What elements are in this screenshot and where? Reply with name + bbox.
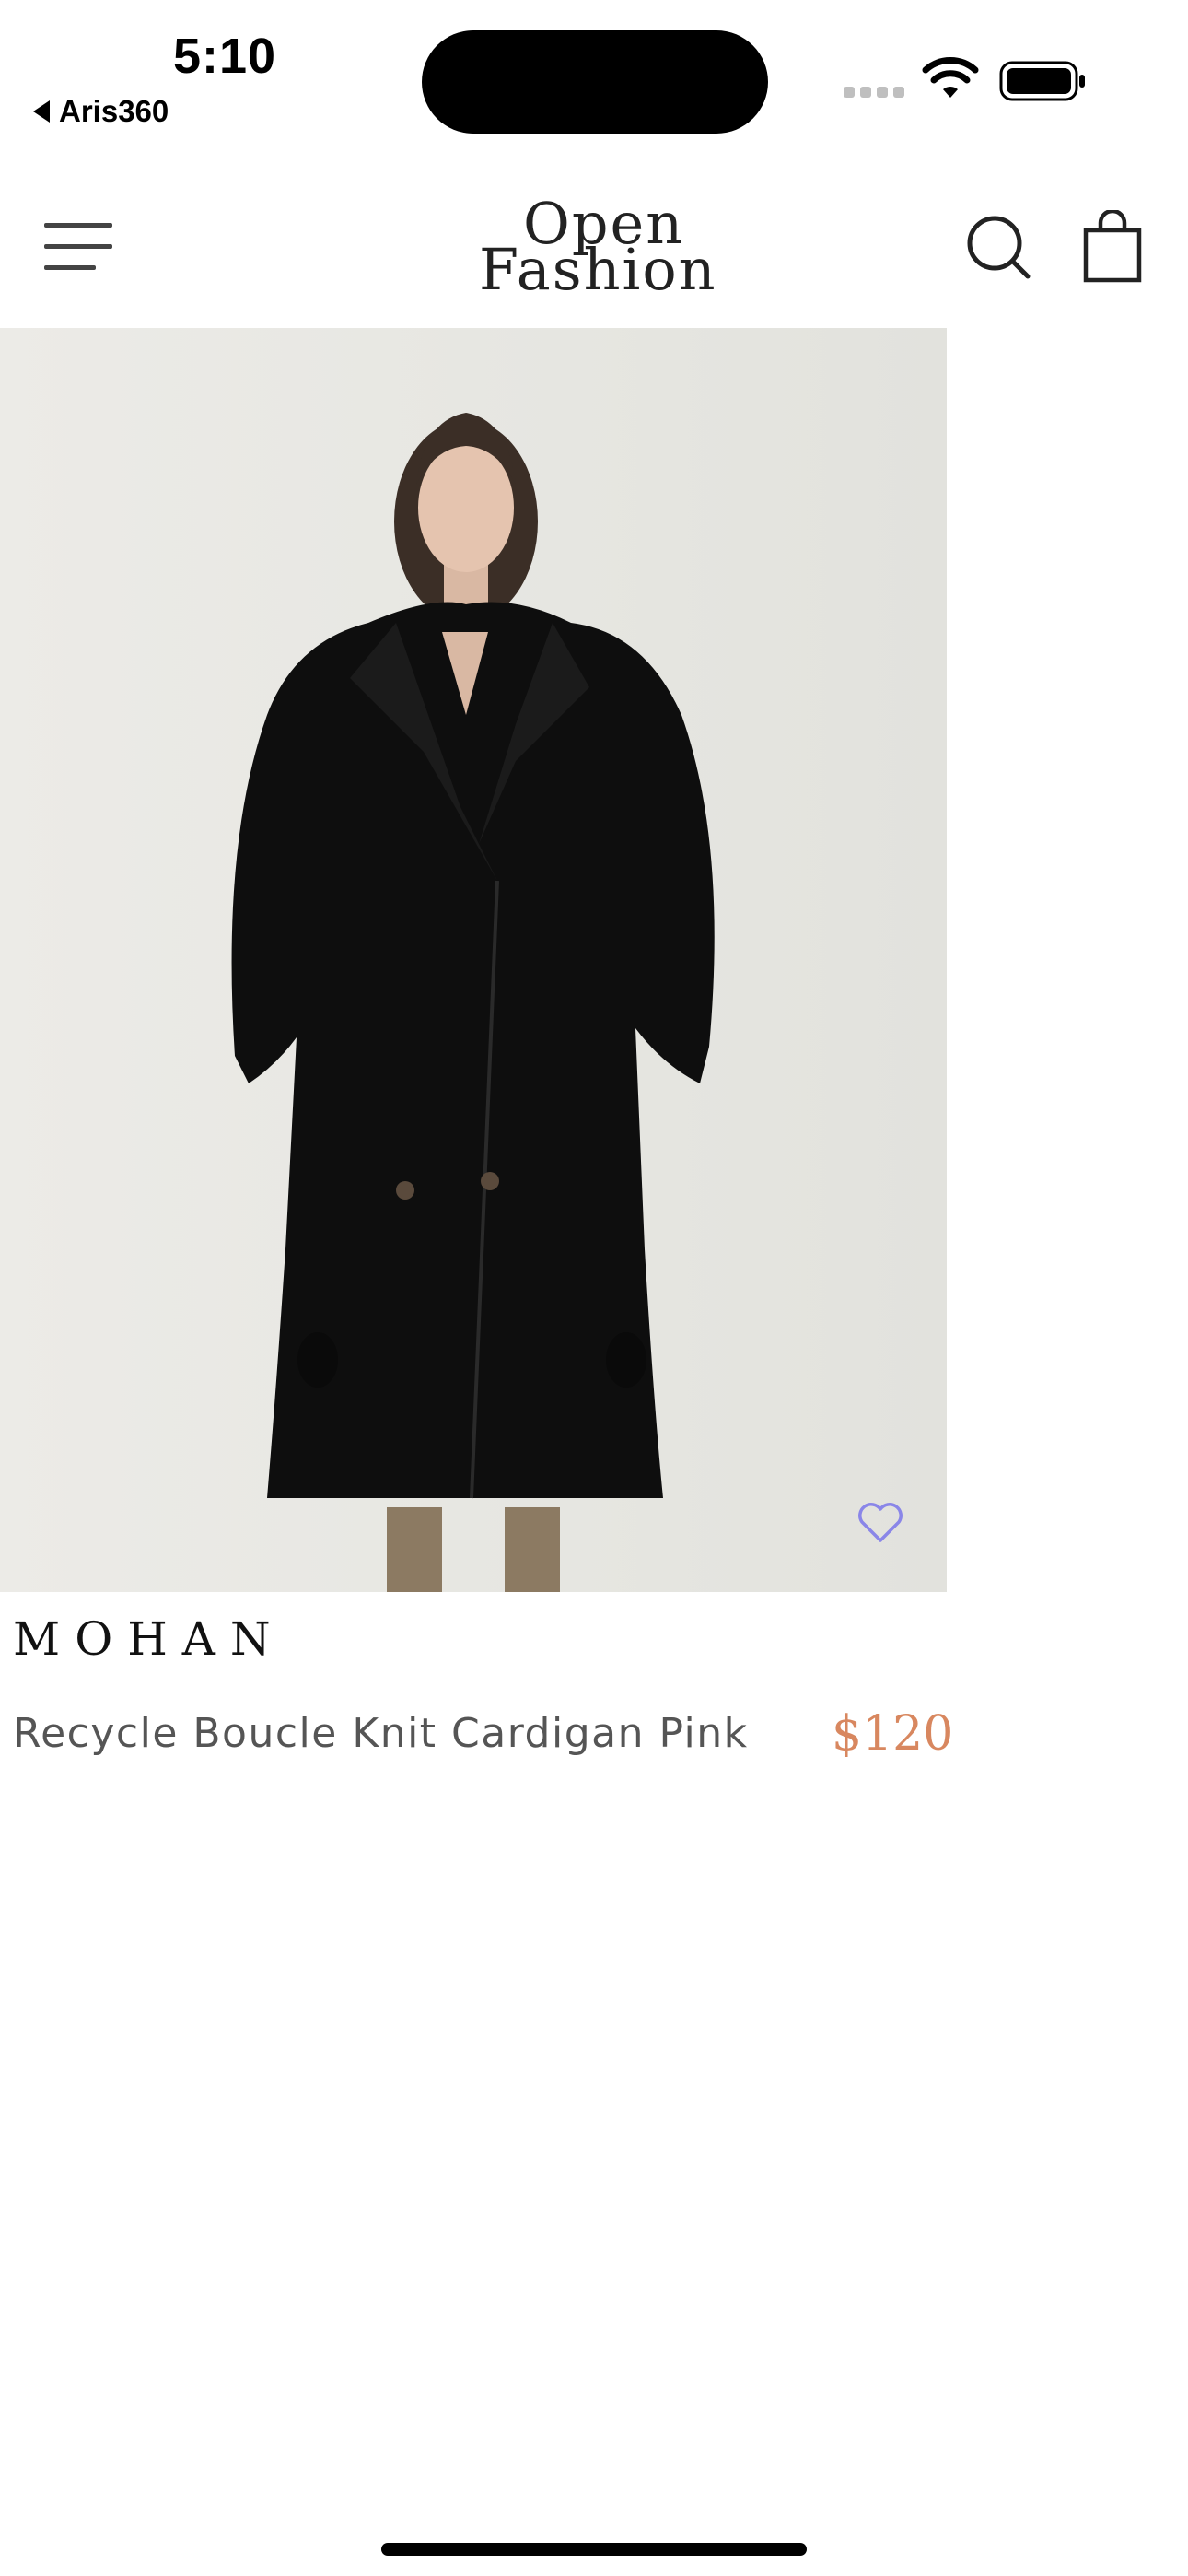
product-photo-black-coat [231,413,715,1592]
product-price: $120 [832,1706,954,1762]
back-triangle-icon [33,100,50,123]
logo-line-2: Fashion [479,236,717,303]
status-time: 5:10 [173,29,277,84]
home-indicator[interactable] [381,2543,807,2556]
product-image[interactable] [0,328,947,1592]
product-card[interactable]: MOHAN Recycle Boucle Knit Cardigan Pink … [0,328,953,1762]
product-name[interactable]: Recycle Boucle Knit Cardigan Pink [13,1710,749,1757]
back-app-label: Aris360 [59,94,169,128]
dynamic-island [422,30,768,134]
shopping-bag-icon[interactable] [1082,210,1143,284]
open-fashion-logo[interactable]: Open Fashion [479,195,716,306]
hamburger-menu-icon[interactable] [44,219,112,273]
product-brand: MOHAN [13,1612,285,1666]
cellular-signal-icon [844,87,904,98]
wifi-icon [922,57,979,98]
heart-outline-icon[interactable] [856,1500,904,1544]
battery-icon [999,61,1085,101]
back-to-app-link[interactable]: Aris360 [33,94,169,129]
search-icon[interactable] [965,214,1033,282]
